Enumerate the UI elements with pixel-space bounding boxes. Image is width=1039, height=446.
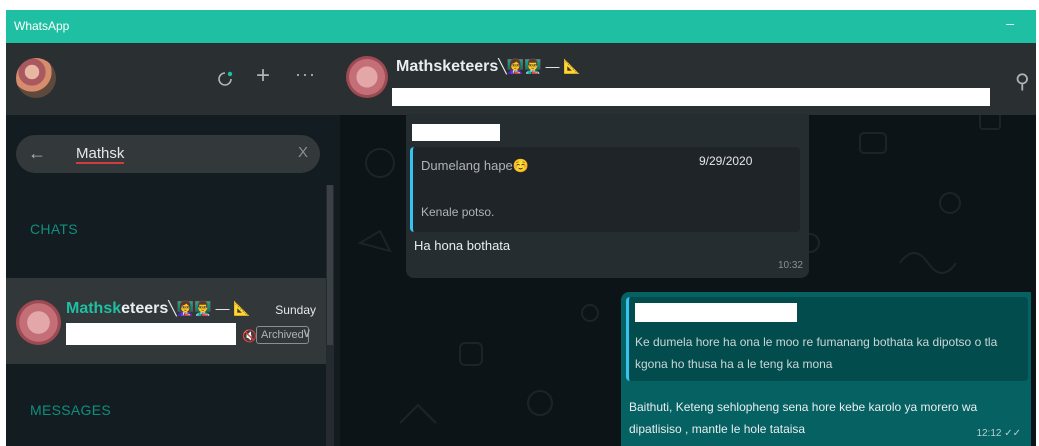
redacted-participants [392,88,990,106]
chevron-down-icon[interactable]: ∨ [302,325,312,341]
sidebar-header: + ··· [6,43,340,115]
sidebar-scrollbar[interactable] [326,185,334,446]
incoming-message[interactable]: Dumelang hape☺️ 9/29/2020 Kenale potso. … [406,114,809,278]
chat-name: Mathsketeers╲👩‍🏫👨‍🏫 — 📐 [66,300,251,318]
minimize-button[interactable]: ‒ [1006,15,1014,31]
quoted-line-2: Kenale potso. [421,205,495,219]
message-time: 12:12 ✓✓ [976,428,1021,439]
conversation-pane: Mathsketeers╲👩‍🏫👨‍🏫 — 📐 ⚲ Dumelang hape☺… [340,43,1036,446]
redacted-sender [412,124,500,141]
clear-search-icon[interactable]: X [298,144,308,161]
scrollbar-thumb[interactable] [327,185,333,345]
chat-list-item[interactable]: Mathsketeers╲👩‍🏫👨‍🏫 — 📐 Sunday 🔇 Archive… [6,278,326,364]
chat-name-rest: eteers [121,300,169,317]
chat-name-emojis: ╲👩‍🏫👨‍🏫 — 📐 [168,300,251,316]
quoted-message[interactable]: Dumelang hape☺️ 9/29/2020 Kenale potso. [410,147,800,232]
quoted-line-1: Dumelang hape☺️ [421,158,529,173]
quoted-text: Ke dumela hore ha ona le moo re fumanang… [635,335,998,371]
sidebar: + ··· ← Mathsk X CHATS Mathsketeers╲👩‍🏫👨… [6,43,340,446]
redacted-sender [635,303,797,322]
chat-timestamp: Sunday [275,303,316,317]
archived-badge: Archived [256,326,309,344]
conversation-header[interactable]: Mathsketeers╲👩‍🏫👨‍🏫 — 📐 ⚲ [340,43,1036,115]
mute-icon: 🔇 [242,329,257,343]
chat-name-match: Mathsk [66,300,122,317]
messages-section-label: MESSAGES [30,402,111,418]
title-bar: WhatsApp ‒ [6,10,1036,43]
search-bar: ← Mathsk X [6,115,340,185]
group-avatar [16,300,61,345]
chats-section-label: CHATS [30,221,78,237]
search-input[interactable]: ← Mathsk X [16,135,320,173]
group-avatar[interactable] [346,56,388,98]
conversation-title: Mathsketeers╲👩‍🏫👨‍🏫 — 📐 [396,58,581,76]
back-arrow-icon[interactable]: ← [28,143,46,164]
new-chat-icon[interactable]: + [256,64,270,88]
outgoing-message[interactable]: Ke dumela hore ha ona le moo re fumanang… [621,292,1031,446]
window-title: WhatsApp [14,19,70,33]
quoted-date: 9/29/2020 [699,154,753,168]
redacted-preview [66,323,236,345]
message-time: 10:32 [777,260,803,271]
conversation-title-text: Mathsketeers [396,58,499,75]
profile-avatar[interactable] [16,58,56,98]
message-text: Ha hona bothata [414,238,511,253]
conversation-title-emojis: ╲👩‍🏫👨‍🏫 — 📐 [498,58,581,74]
search-query[interactable]: Mathsk [76,146,125,164]
status-icon[interactable] [217,71,233,87]
whatsapp-window: WhatsApp ‒ + ··· ← Mathsk X CHATS Mathsk… [6,10,1036,446]
search-icon[interactable]: ⚲ [1015,69,1030,94]
message-text: Baithuti, Keteng sehlopheng sena hore ke… [629,400,978,436]
quoted-message[interactable]: Ke dumela hore ha ona le moo re fumanang… [626,297,1028,381]
menu-icon[interactable]: ··· [295,64,316,85]
